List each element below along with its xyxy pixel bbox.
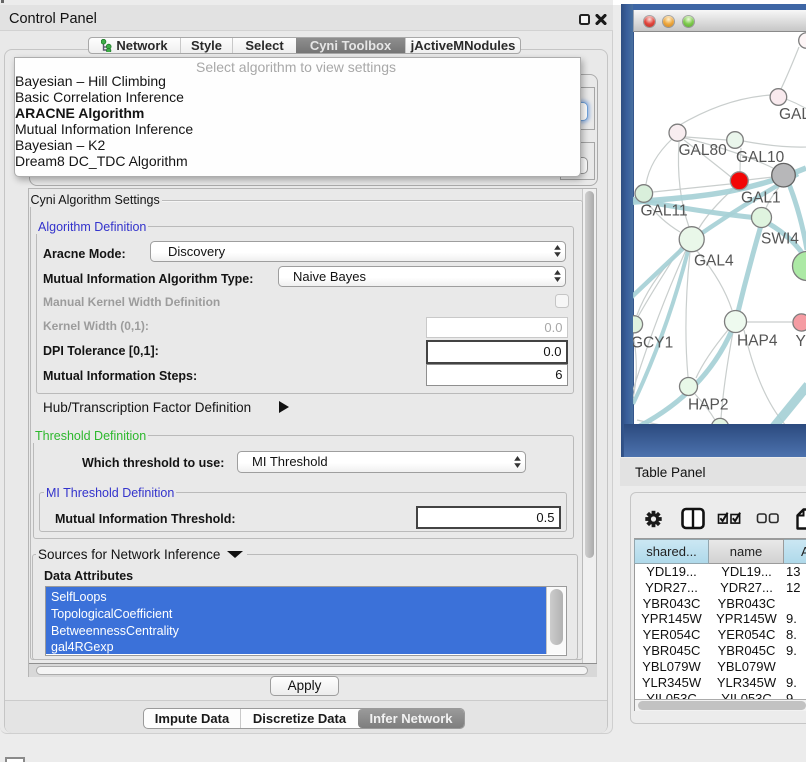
- svg-text:GAL80: GAL80: [679, 142, 728, 159]
- svg-text:GAL4: GAL4: [694, 253, 734, 270]
- svg-text:SWI4: SWI4: [761, 231, 799, 248]
- svg-text:GCY1: GCY1: [633, 335, 673, 352]
- svg-text:GAL7: GAL7: [779, 106, 806, 123]
- svg-text:GAL1: GAL1: [741, 190, 781, 207]
- svg-text:GAL10: GAL10: [736, 149, 785, 166]
- svg-text:GAL11: GAL11: [641, 203, 688, 220]
- svg-text:YM: YM: [796, 333, 806, 350]
- svg-text:HAP4: HAP4: [737, 333, 778, 350]
- svg-text:HAP2: HAP2: [688, 397, 729, 414]
